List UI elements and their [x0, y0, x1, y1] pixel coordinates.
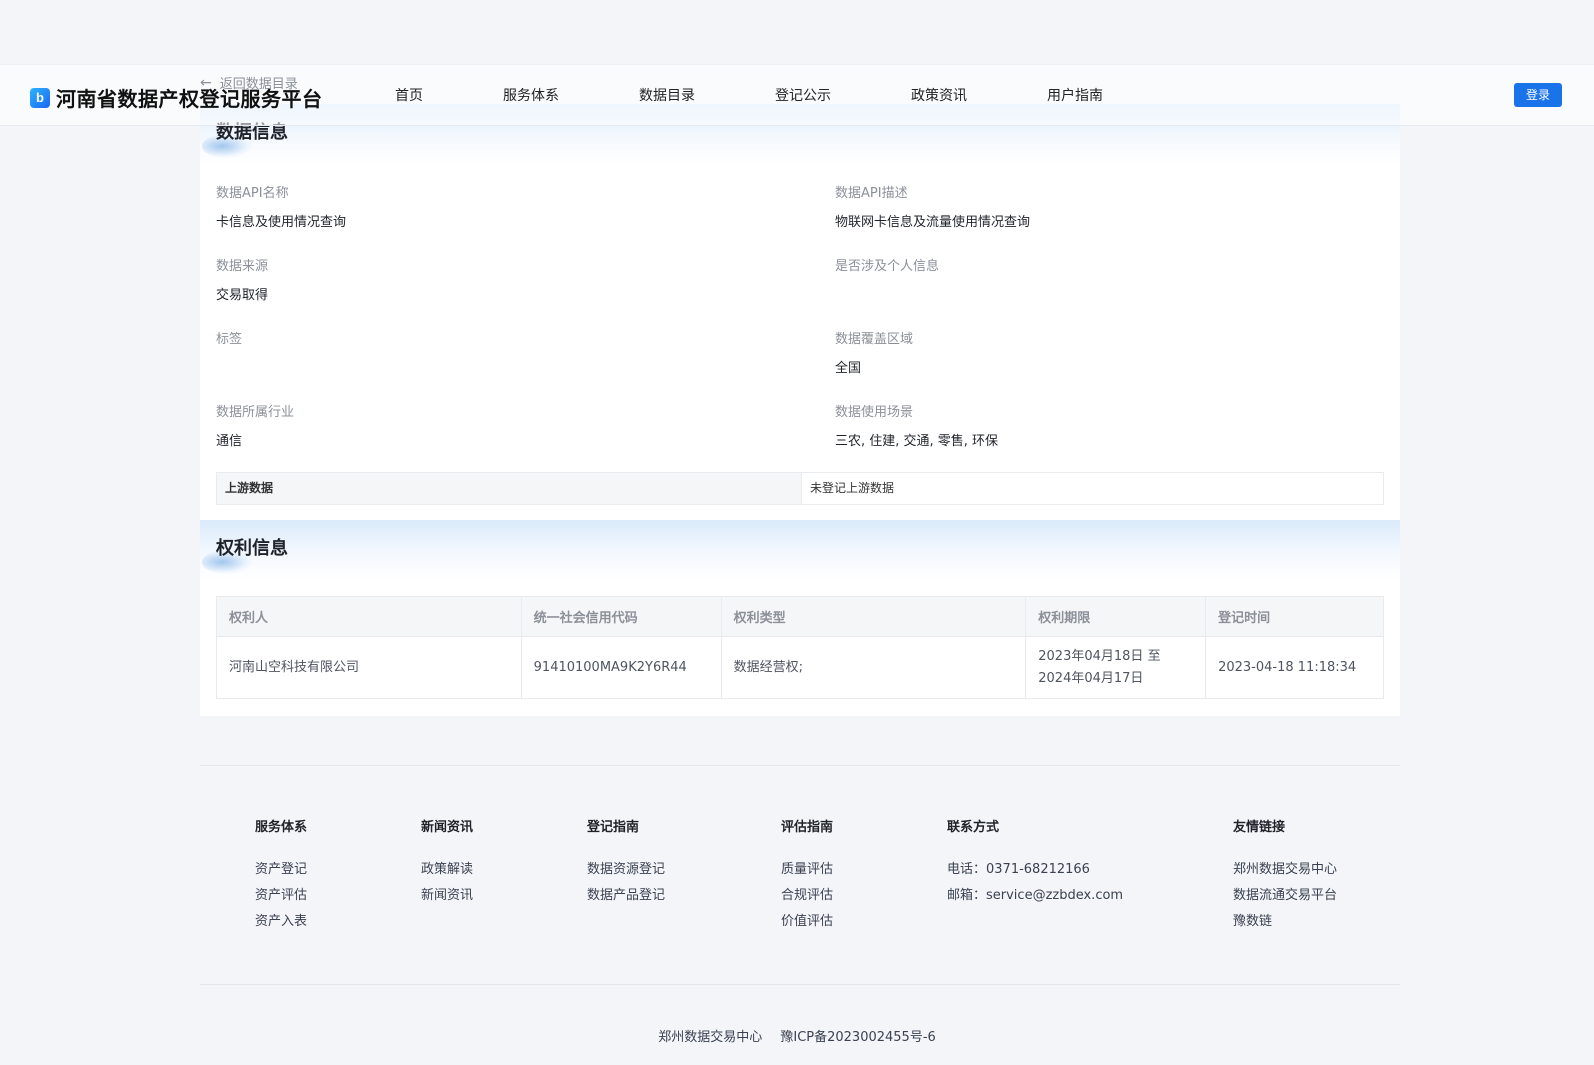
column-header: 统一社会信用代码 — [520, 596, 722, 637]
footer-link[interactable]: 价值评估 — [781, 909, 833, 935]
column-header: 权利人 — [216, 596, 522, 637]
field-label: 是否涉及个人信息 — [835, 259, 940, 274]
field-source: 数据来源 交易取得 — [216, 255, 776, 303]
footer-col-news: 新闻资讯 政策解读 新闻资讯 — [421, 816, 473, 909]
footer-link[interactable]: 资产登记 — [255, 857, 307, 883]
field-label: 数据API描述 — [835, 186, 908, 201]
footer-col-title: 新闻资讯 — [421, 820, 474, 835]
footer-col-title: 服务体系 — [255, 820, 308, 835]
footer-link[interactable]: 政策解读 — [421, 857, 473, 883]
field-api-desc: 数据API描述 物联网卡信息及流量使用情况查询 — [835, 182, 1395, 230]
footer-col-services: 服务体系 资产登记 资产评估 资产入表 — [255, 816, 307, 935]
footer-link[interactable]: 豫数链 — [1233, 909, 1337, 935]
field-value — [216, 357, 776, 373]
footer-col-title: 登记指南 — [587, 820, 640, 835]
nav-policy-news[interactable]: 政策资讯 — [911, 85, 967, 105]
column-header: 登记时间 — [1205, 596, 1384, 637]
field-label: 数据所属行业 — [216, 405, 295, 420]
field-label: 标签 — [216, 332, 243, 347]
upstream-label: 上游数据 — [217, 473, 802, 504]
field-value — [835, 284, 1395, 300]
cell-right-type: 数据经营权; — [720, 636, 1027, 699]
field-value: 全国 — [835, 361, 862, 376]
nav-home[interactable]: 首页 — [395, 85, 423, 105]
login-button[interactable]: 登录 — [1514, 83, 1562, 107]
field-personal-info: 是否涉及个人信息 — [835, 255, 1395, 300]
field-value: 三农, 住建, 交通, 零售, 环保 — [835, 434, 999, 449]
cell-credit-code: 91410100MA9K2Y6R44 — [520, 636, 722, 699]
table-header-row: 权利人 统一社会信用代码 权利类型 权利期限 登记时间 — [216, 596, 1384, 637]
upstream-value: 未登记上游数据 — [810, 481, 895, 495]
field-industry: 数据所属行业 通信 — [216, 401, 776, 449]
copyright-bar: 郑州数据交易中心 豫ICP备2023002455号-6 — [0, 1026, 1594, 1045]
field-api-name: 数据API名称 卡信息及使用情况查询 — [216, 182, 776, 230]
brand-logo-icon: b — [30, 87, 50, 108]
footer-col-contact: 联系方式 电话：0371-68212166 邮箱：service@zzbdex.… — [947, 816, 1123, 909]
footer-link[interactable]: 郑州数据交易中心 — [1233, 857, 1337, 883]
footer-link[interactable]: 合规评估 — [781, 883, 833, 909]
footer-link[interactable]: 数据资源登记 — [587, 857, 665, 883]
field-value: 卡信息及使用情况查询 — [216, 215, 347, 230]
upstream-data-row: 上游数据 未登记上游数据 — [216, 472, 1384, 505]
field-scenarios: 数据使用场景 三农, 住建, 交通, 零售, 环保 — [835, 401, 1395, 449]
period-end: 2024年04月17日 — [1038, 670, 1144, 686]
footer-divider-top — [200, 765, 1400, 766]
footer-col-title: 联系方式 — [947, 820, 1000, 835]
rights-table: 权利人 统一社会信用代码 权利类型 权利期限 登记时间 河南山空科技有限公司 9… — [216, 596, 1384, 699]
footer-col-registration-guide: 登记指南 数据资源登记 数据产品登记 — [587, 816, 665, 909]
field-value: 通信 — [216, 434, 243, 449]
field-coverage: 数据覆盖区域 全国 — [835, 328, 1395, 376]
nav-services[interactable]: 服务体系 — [503, 85, 559, 105]
field-tags: 标签 — [216, 328, 776, 373]
field-label: 数据API名称 — [216, 186, 289, 201]
footer-link[interactable]: 数据产品登记 — [587, 883, 665, 909]
footer-col-friend-links: 友情链接 郑州数据交易中心 数据流通交易平台 豫数链 — [1233, 816, 1337, 935]
top-navbar: ← 返回数据目录 b 河南省数据产权登记服务平台 首页 服务体系 数据目录 登记… — [0, 64, 1594, 126]
field-value: 交易取得 — [216, 288, 269, 303]
field-label: 数据来源 — [216, 259, 269, 274]
copyright-org: 郑州数据交易中心 — [658, 1030, 763, 1045]
footer-col-title: 评估指南 — [781, 820, 834, 835]
footer-divider-bottom — [200, 984, 1400, 985]
period-start: 2023年04月18日 至 — [1038, 648, 1161, 664]
footer-link[interactable]: 资产入表 — [255, 909, 307, 935]
field-value: 物联网卡信息及流量使用情况查询 — [835, 215, 1031, 230]
contact-phone: 电话：0371-68212166 — [947, 862, 1090, 877]
contact-email: 邮箱：service@zzbdex.com — [947, 888, 1124, 903]
nav-registration-notice[interactable]: 登记公示 — [775, 85, 831, 105]
site-title: 河南省数据产权登记服务平台 — [56, 87, 323, 111]
footer-col-evaluation-guide: 评估指南 质量评估 合规评估 价值评估 — [781, 816, 833, 935]
footer-link[interactable]: 质量评估 — [781, 857, 833, 883]
rights-info-header: 权利信息 — [200, 520, 1400, 580]
detail-card: 数据信息 数据API名称 卡信息及使用情况查询 数据API描述 物联网卡信息及流… — [200, 104, 1400, 716]
footer-link[interactable]: 新闻资讯 — [421, 883, 473, 909]
cell-registered-at: 2023-04-18 11:18:34 — [1205, 636, 1384, 699]
footer-link[interactable]: 资产评估 — [255, 883, 307, 909]
brand[interactable]: b 河南省数据产权登记服务平台 — [30, 83, 323, 112]
cell-holder: 河南山空科技有限公司 — [216, 636, 522, 699]
column-header: 权利类型 — [720, 596, 1027, 637]
table-row: 河南山空科技有限公司 91410100MA9K2Y6R44 数据经营权; 202… — [216, 636, 1384, 699]
rights-info-title: 权利信息 — [216, 538, 288, 559]
footer-link[interactable]: 数据流通交易平台 — [1233, 883, 1337, 909]
cell-period: 2023年04月18日 至 2024年04月17日 — [1025, 636, 1207, 699]
footer-col-title: 友情链接 — [1233, 820, 1286, 835]
field-label: 数据使用场景 — [835, 405, 914, 420]
nav-data-catalog[interactable]: 数据目录 — [639, 85, 695, 105]
icp-number[interactable]: 豫ICP备2023002455号-6 — [780, 1030, 935, 1045]
nav-user-guide[interactable]: 用户指南 — [1047, 85, 1103, 105]
field-label: 数据覆盖区域 — [835, 332, 914, 347]
column-header: 权利期限 — [1025, 596, 1207, 637]
